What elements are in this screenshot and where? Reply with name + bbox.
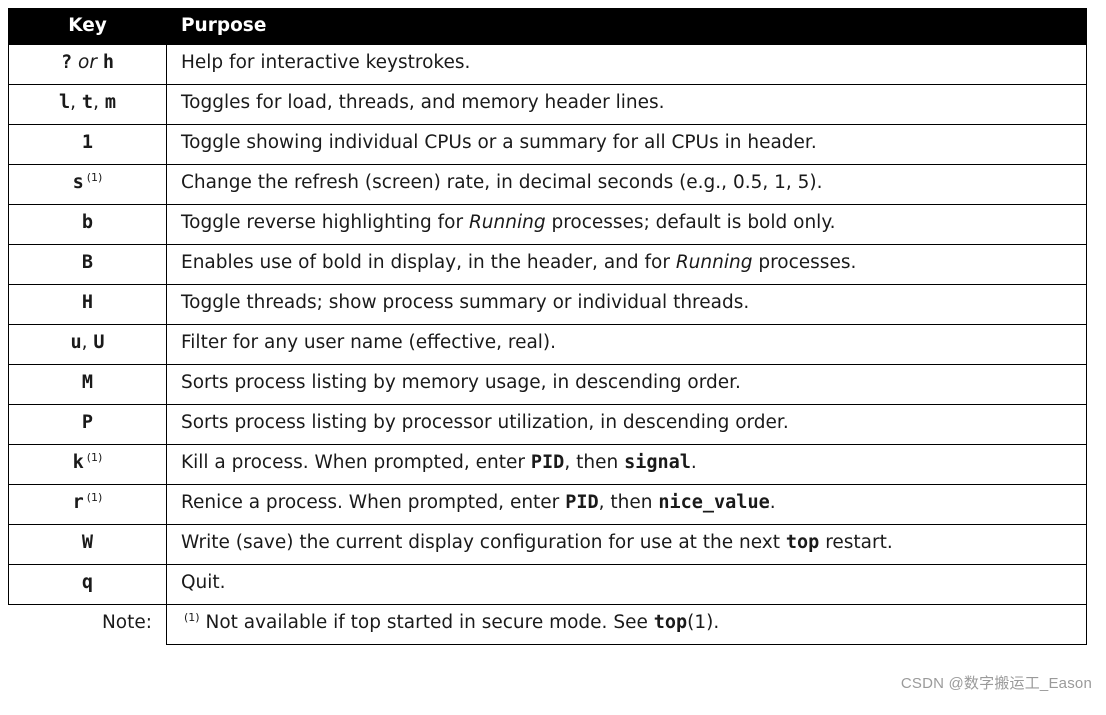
key-cell: M [9,364,167,404]
purpose-cell: Sorts process listing by processor utili… [167,404,1087,444]
table-row: u, UFilter for any user name (effective,… [9,324,1087,364]
key-cell: s(1) [9,164,167,204]
key-cell: B [9,245,167,285]
table-row: r(1)Renice a process. When prompted, ent… [9,484,1087,524]
table-row: 1Toggle showing individual CPUs or a sum… [9,124,1087,164]
table-header-row: Key Purpose [9,9,1087,45]
purpose-cell: Toggle reverse highlighting for Running … [167,205,1087,245]
key-cell: k(1) [9,444,167,484]
purpose-cell: Change the refresh (screen) rate, in dec… [167,164,1087,204]
key-cell: l, t, m [9,84,167,124]
table-row: MSorts process listing by memory usage, … [9,364,1087,404]
purpose-cell: Sorts process listing by memory usage, i… [167,364,1087,404]
note-label: Note: [9,605,167,645]
purpose-cell: Help for interactive keystrokes. [167,45,1087,85]
key-cell: b [9,205,167,245]
table-row: BEnables use of bold in display, in the … [9,245,1087,285]
purpose-cell: Toggles for load, threads, and memory he… [167,84,1087,124]
key-cell: P [9,404,167,444]
table-row: s(1)Change the refresh (screen) rate, in… [9,164,1087,204]
header-key: Key [9,9,167,45]
purpose-cell: Quit. [167,565,1087,605]
purpose-cell: Toggle showing individual CPUs or a summ… [167,124,1087,164]
purpose-cell: Write (save) the current display configu… [167,525,1087,565]
key-cell: r(1) [9,484,167,524]
key-cell: ? or h [9,45,167,85]
table-row: k(1)Kill a process. When prompted, enter… [9,444,1087,484]
purpose-cell: Enables use of bold in display, in the h… [167,245,1087,285]
table-row: bToggle reverse highlighting for Running… [9,205,1087,245]
note-body: (1) Not available if top started in secu… [167,605,1087,645]
purpose-cell: Renice a process. When prompted, enter P… [167,484,1087,524]
key-cell: H [9,284,167,324]
watermark: CSDN @数字搬运工_Eason [901,672,1092,693]
key-cell: W [9,525,167,565]
header-purpose: Purpose [167,9,1087,45]
keystroke-reference-table: Key Purpose ? or hHelp for interactive k… [8,8,1087,645]
purpose-cell: Kill a process. When prompted, enter PID… [167,444,1087,484]
key-cell: q [9,565,167,605]
table-row: WWrite (save) the current display config… [9,525,1087,565]
table-row: PSorts process listing by processor util… [9,404,1087,444]
table-row: qQuit. [9,565,1087,605]
note-row: Note: (1) Not available if top started i… [9,605,1087,645]
table-row: HToggle threads; show process summary or… [9,284,1087,324]
key-cell: u, U [9,324,167,364]
purpose-cell: Filter for any user name (effective, rea… [167,324,1087,364]
purpose-cell: Toggle threads; show process summary or … [167,284,1087,324]
table-row: l, t, mToggles for load, threads, and me… [9,84,1087,124]
table-row: ? or hHelp for interactive keystrokes. [9,45,1087,85]
key-cell: 1 [9,124,167,164]
